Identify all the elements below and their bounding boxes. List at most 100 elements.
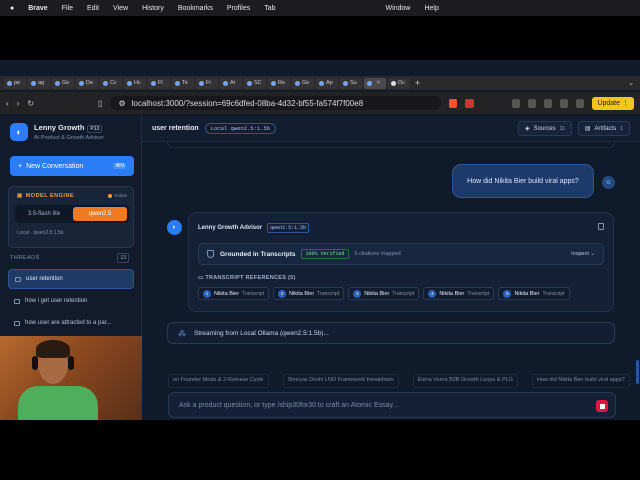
tab[interactable]: Fr	[196, 77, 218, 89]
suggestion-chip[interactable]: How did Nikita Bier build viral apps?	[531, 374, 630, 388]
tab-strip: pe ag Ge De Cc Hc Fl Te Fr Ar SC Re Ge A…	[0, 76, 640, 90]
stop-button[interactable]	[596, 400, 608, 412]
tab-favicon-icon	[55, 80, 60, 86]
menu-window[interactable]: Window	[386, 5, 411, 12]
suggestion-chip[interactable]: Shreyas Doshi LNO Framework breakdown	[282, 374, 399, 388]
tab-active[interactable]: ✕	[364, 77, 386, 89]
status-dot-icon	[107, 193, 112, 198]
tab-favicon-icon	[223, 80, 228, 86]
url-text: localhost:3000/?session=69c6dfed-08ba-4d…	[131, 98, 364, 108]
spinner-icon: ⁂	[178, 328, 186, 338]
engine-title: ▣ MODEL ENGINE	[17, 193, 75, 199]
menu-help[interactable]: Help	[424, 5, 438, 12]
tab-close-icon[interactable]: ✕	[376, 80, 381, 86]
chat-header: user retention Local qwen2.5:1.5b ◈ Sourc…	[142, 116, 640, 142]
engine-option-flash[interactable]: 3.5-flash lite	[17, 207, 71, 221]
sources-button[interactable]: ◈ Sources 11	[518, 121, 572, 136]
tab[interactable]: Te	[172, 77, 194, 89]
suggestion-row: on Founder Mode & 2-Release Cycle Shreya…	[142, 374, 640, 388]
reference-chip[interactable]: 1 Nikita Bier Transcript	[198, 287, 270, 300]
url-field[interactable]: ⚙ localhost:3000/?session=69c6dfed-08ba-…	[110, 96, 442, 110]
tab[interactable]: De	[76, 77, 98, 89]
thread-item-active[interactable]: user retention	[8, 269, 134, 289]
tab[interactable]: pe	[4, 77, 26, 89]
tab[interactable]: Ge	[292, 77, 314, 89]
references-list: 1 Nikita Bier Transcript 2 Nikita Bier Trans…	[198, 287, 570, 300]
copy-icon[interactable]	[598, 223, 604, 230]
stop-icon	[599, 403, 605, 409]
composer-input[interactable]: Ask a product question, or type /ship30f…	[168, 392, 616, 418]
citations-count: 5 citations mapped	[354, 251, 401, 257]
menu-tab[interactable]: Tab	[264, 5, 275, 12]
wallet-icon[interactable]	[560, 98, 569, 108]
references-title: ▭ TRANSCRIPT REFERENCES (5)	[198, 275, 296, 281]
engine-option-qwen[interactable]: qwen2.5	[73, 207, 127, 221]
engine-footer: Local · qwen2.5:1.5b	[17, 230, 64, 236]
model-chip: Local qwen2.5:1.5b	[204, 123, 277, 134]
tab[interactable]: ag	[28, 77, 50, 89]
new-tab-icon[interactable]: +	[415, 78, 420, 88]
menu-profiles[interactable]: Profiles	[227, 5, 250, 12]
tab-favicon-icon	[79, 80, 84, 86]
suggestion-chip[interactable]: on Founder Mode & 2-Release Cycle	[168, 374, 269, 388]
tab[interactable]: Su	[340, 77, 362, 89]
menu-view[interactable]: View	[113, 5, 128, 12]
downloads-icon[interactable]	[576, 98, 585, 108]
reference-chip[interactable]: 4 Nikita Bier Transcript	[423, 287, 495, 300]
grounded-panel[interactable]: Grounded in Transcripts 100% Verified 5 …	[198, 243, 604, 265]
shield-icon	[207, 250, 214, 258]
menu-app-name[interactable]: Brave	[28, 5, 47, 12]
artifacts-button[interactable]: ▤ Artifacts 1	[577, 121, 630, 136]
bookmark-icon[interactable]: ▯	[98, 99, 102, 108]
forward-icon[interactable]: ›	[17, 99, 20, 108]
inspect-toggle[interactable]: Inspect ⌄	[571, 251, 595, 257]
tab[interactable]: Ap	[316, 77, 338, 89]
tab-list-chevron-icon[interactable]: ⌄	[628, 79, 634, 87]
suggestion-chip[interactable]: Elena Verna B2B Growth Loops & PLG	[412, 374, 518, 388]
tab[interactable]: Re	[268, 77, 290, 89]
tab[interactable]: Oc	[388, 77, 410, 89]
shortcut-badge: ⌘N	[113, 163, 126, 169]
tab[interactable]: Hc	[124, 77, 146, 89]
brave-shields-icon[interactable]	[449, 98, 458, 108]
menu-bookmarks[interactable]: Bookmarks	[178, 5, 213, 12]
reference-chip[interactable]: 2 Nikita Bier Transcript	[273, 287, 345, 300]
reload-icon[interactable]: ↻	[27, 99, 34, 108]
threads-title: THREADS	[10, 255, 40, 261]
tab[interactable]: Ar	[220, 77, 242, 89]
new-conversation-button[interactable]: + New Conversation ⌘N	[10, 156, 134, 176]
tab-favicon-icon	[175, 80, 180, 86]
thread-item[interactable]: how user are attracted to a par...	[8, 313, 134, 333]
chat-icon	[14, 320, 20, 326]
tab[interactable]: Ge	[52, 77, 74, 89]
letterbox-bottom	[0, 420, 640, 480]
apple-icon[interactable]: ●	[10, 5, 14, 12]
threads-count: 13	[117, 253, 129, 263]
tab[interactable]: SC	[244, 77, 266, 89]
site-info-icon[interactable]: ⚙	[118, 99, 125, 108]
extensions-puzzle-icon[interactable]	[527, 98, 536, 108]
tab-favicon-icon	[271, 80, 276, 86]
menu-history[interactable]: History	[142, 5, 164, 12]
tab[interactable]: Cc	[100, 77, 122, 89]
bot-avatar-icon: ◐	[167, 220, 182, 235]
update-button[interactable]: Update ⋮	[592, 96, 635, 110]
menu-edit[interactable]: Edit	[87, 5, 99, 12]
thread-item[interactable]: how i get user retention	[8, 291, 134, 311]
extension-icon[interactable]	[511, 98, 520, 108]
brand-name: Lenny Growth	[34, 123, 85, 132]
sidebar-toggle-icon[interactable]	[543, 98, 553, 108]
previous-message-edge	[167, 142, 615, 148]
tab-favicon-icon	[343, 80, 348, 86]
back-icon[interactable]: ‹	[6, 99, 9, 108]
brave-rewards-icon[interactable]	[465, 98, 474, 108]
reference-chip[interactable]: 5 Nikita Bier Transcript	[498, 287, 570, 300]
menu-file[interactable]: File	[62, 5, 73, 12]
tab[interactable]: Fl	[148, 77, 170, 89]
verified-badge: 100% Verified	[301, 249, 349, 259]
reference-chip[interactable]: 3 Nikita Bier Transcript	[348, 287, 420, 300]
user-avatar-icon: ☺	[602, 176, 615, 189]
webcam-overlay	[0, 336, 142, 420]
brand: ◐ Lenny Growth P13 AI Product & Growth Ad…	[10, 123, 104, 141]
tab-favicon-icon	[295, 80, 300, 86]
